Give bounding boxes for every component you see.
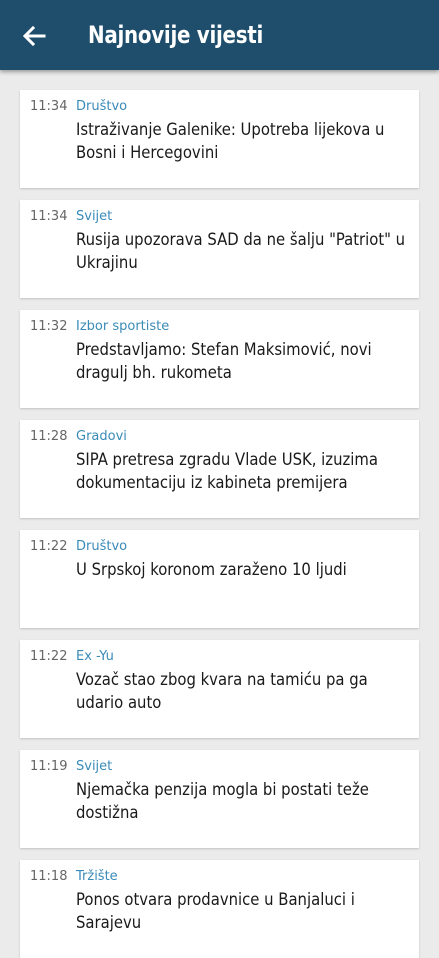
- page-title: Najnovije vijesti: [88, 21, 264, 49]
- news-headline: SIPA pretresa zgradu Vlade USK, izuzima …: [76, 450, 378, 492]
- back-button[interactable]: [18, 20, 50, 52]
- news-category: Izbor sportiste: [76, 319, 170, 334]
- news-item[interactable]: 11:22 Društvo U Srpskoj koronom zaraženo…: [20, 530, 419, 628]
- news-item[interactable]: 11:22 Ex -Yu Vozač stao zbog kvara na ta…: [20, 640, 419, 738]
- news-category: Društvo: [76, 99, 128, 114]
- news-category: Društvo: [76, 539, 128, 554]
- news-item[interactable]: 11:19 Svijet Njemačka penzija mogla bi p…: [20, 750, 419, 848]
- news-item[interactable]: 11:18 Tržište Ponos otvara prodavnice u …: [20, 860, 419, 958]
- news-item[interactable]: 11:32 Izbor sportiste Predstavljamo: Ste…: [20, 310, 419, 408]
- news-headline: Ponos otvara prodavnice u Banjaluci i Sa…: [76, 890, 355, 932]
- news-headline: Istraživanje Galenike: Upotreba lijekova…: [76, 120, 385, 162]
- news-time: 11:18: [30, 869, 68, 884]
- news-time: 11:19: [30, 759, 68, 774]
- news-headline: Njemačka penzija mogla bi postati teže d…: [76, 780, 369, 822]
- news-category: Ex -Yu: [76, 649, 114, 664]
- news-time: 11:22: [30, 539, 68, 554]
- news-time: 11:32: [30, 319, 68, 334]
- news-item[interactable]: 11:28 Gradovi SIPA pretresa zgradu Vlade…: [20, 420, 419, 518]
- news-time: 11:22: [30, 649, 68, 664]
- news-time: 11:34: [30, 99, 68, 114]
- app-bar: Najnovije vijesti: [0, 0, 439, 70]
- news-headline: U Srpskoj koronom zaraženo 10 ljudi: [76, 560, 347, 579]
- news-category: Gradovi: [76, 429, 127, 444]
- news-headline: Vozač stao zbog kvara na tamiću pa ga ud…: [76, 670, 368, 712]
- news-item[interactable]: 11:34 Svijet Rusija upozorava SAD da ne …: [20, 200, 419, 298]
- news-item[interactable]: 11:34 Društvo Istraživanje Galenike: Upo…: [20, 90, 419, 188]
- news-category: Svijet: [76, 209, 113, 224]
- news-category: Tržište: [76, 869, 118, 884]
- news-time: 11:34: [30, 209, 68, 224]
- news-category: Svijet: [76, 759, 113, 774]
- news-headline: Predstavljamo: Stefan Maksimović, novi d…: [76, 340, 372, 382]
- arrow-left-icon: [22, 25, 46, 47]
- news-time: 11:28: [30, 429, 68, 444]
- news-headline: Rusija upozorava SAD da ne šalju "Patrio…: [76, 230, 406, 272]
